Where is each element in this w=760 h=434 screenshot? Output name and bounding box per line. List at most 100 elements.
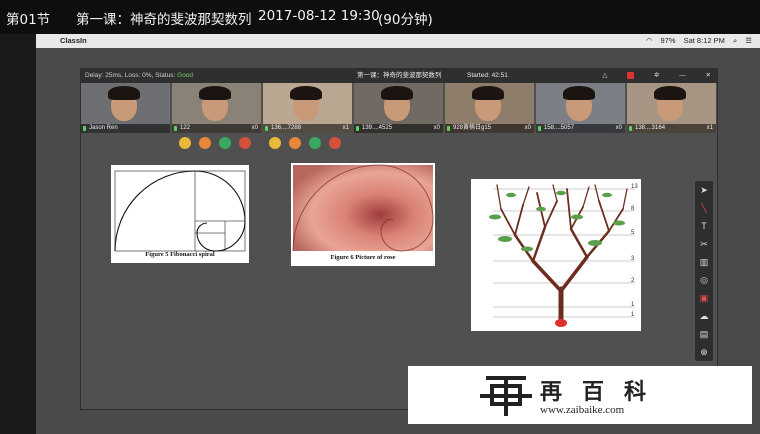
reward-award-icon[interactable] (199, 137, 211, 149)
stage-award-icon[interactable] (329, 137, 341, 149)
search-icon[interactable]: ⌕ (733, 36, 737, 45)
praise-award-icon[interactable] (309, 137, 321, 149)
participant-hair (654, 86, 686, 100)
lesson-datetime: 2017-08-12 19:30 (258, 8, 380, 24)
tree-branches (496, 184, 628, 326)
network-status-value: Good (177, 72, 194, 79)
mic-icon (538, 126, 541, 131)
section-number: 第01节 (6, 12, 51, 28)
rose-caption: Figure 6 Picture of rose (330, 254, 396, 261)
bell-icon[interactable]: △ (602, 69, 607, 83)
mic-icon (174, 126, 177, 131)
video-tile-teacher[interactable]: Jason Ren (81, 83, 170, 133)
leaf (521, 246, 533, 252)
classroom-titlebar: Delay: 25ms, Loss: 0%, Status: Good 第一课：… (81, 69, 717, 83)
pen-icon[interactable]: ╲ (695, 201, 713, 215)
fibonacci-spiral-figure (114, 170, 246, 252)
participant-name: 122 (180, 125, 191, 131)
leaf (536, 206, 546, 212)
video-tile-label: 139....4525 x0 (354, 124, 443, 133)
trophy-score: x0 (433, 125, 440, 131)
classin-window: Delay: 25ms, Loss: 0%, Status: Good 第一课：… (80, 68, 718, 410)
pointer-icon[interactable]: ➤ (695, 183, 713, 197)
video-tile-student[interactable]: 122 x0 (172, 83, 261, 133)
app-menu-name[interactable]: ClassIn (60, 34, 87, 48)
video-tile-label: 122 x0 (172, 124, 261, 133)
participant-name: 158....5057 (544, 125, 575, 131)
mic-icon (447, 126, 450, 131)
leaf (602, 192, 612, 198)
minimize-button[interactable]: — (679, 69, 686, 83)
window-controls: △ ✲ — ✕ (584, 69, 711, 83)
video-tile-student[interactable]: 158....5057 x0 (536, 83, 625, 133)
record-icon[interactable] (627, 69, 635, 83)
cloud-icon[interactable]: ☁ (695, 309, 713, 323)
video-strip: Jason Ren 122 x0 136....7288 x1 139....452… (81, 83, 717, 133)
close-button[interactable]: ✕ (706, 69, 711, 83)
branching-tree-figure: 13 8 5 3 2 1 1 (489, 184, 638, 327)
participant-hair (290, 86, 322, 100)
participant-name: Jason Ren (89, 125, 118, 131)
trophy-score: x0 (251, 125, 258, 131)
star-award-icon[interactable] (179, 137, 191, 149)
praise-award-icon[interactable] (219, 137, 231, 149)
menubar-tray: ◠ 97% Sat 8:12 PM ⌕ ☰ (640, 34, 752, 48)
trophy-score: x1 (342, 125, 349, 131)
leaf (588, 240, 602, 246)
video-tile-student[interactable]: 138....3164 x1 (627, 83, 716, 133)
leaf (506, 192, 516, 198)
watermark-banner: 再百科 www.zaibaike.com (408, 366, 752, 424)
classroom-title: 第一课：神奇的斐波那契数列 (357, 72, 442, 79)
reward-award-icon[interactable] (289, 137, 301, 149)
fibonacci-tree-card[interactable]: 13 8 5 3 2 1 1 (471, 179, 641, 331)
whiteboard-toolbar: ➤ ╲ T ✂ ▥ ◎ ▣ ☁ ▤ ⊗ (695, 181, 713, 361)
battery-level[interactable]: 97% (660, 36, 675, 45)
watermark-url: www.zaibaike.com (540, 404, 625, 416)
mac-menubar: ClassIn ◠ 97% Sat 8:12 PM ⌕ ☰ (36, 34, 760, 48)
star-award-icon[interactable] (269, 137, 281, 149)
trophy-score: x0 (524, 125, 531, 131)
participant-hair (472, 86, 504, 100)
mic-icon (629, 126, 632, 131)
settings-icon[interactable]: ✲ (654, 69, 659, 83)
video-tile-student[interactable]: 136....7288 x1 (263, 83, 352, 133)
exit-icon[interactable]: ⊗ (695, 345, 713, 359)
rose-photo (292, 164, 434, 252)
lesson-info-bar: 第01节 第一课：神奇的斐波那契数列 2017-08-12 19:30 (90分… (0, 0, 760, 34)
mic-icon (83, 126, 86, 131)
video-tile-student[interactable]: 928黄楠日g15 x0 (445, 83, 534, 133)
menubar-clock[interactable]: Sat 8:12 PM (684, 36, 725, 45)
video-tile-label: 928黄楠日g15 x0 (445, 124, 534, 133)
leaf (498, 236, 512, 242)
rose-picture-card[interactable]: Figure 6 Picture of rose (291, 163, 435, 266)
participant-hair (563, 86, 595, 100)
video-tile-label: Jason Ren (81, 124, 170, 133)
toolbox-icon[interactable]: ▣ (695, 291, 713, 305)
leaf (556, 190, 566, 196)
eraser-icon[interactable]: ◎ (695, 273, 713, 287)
participant-name: 139....4525 (362, 125, 393, 131)
menu-list-icon[interactable]: ☰ (745, 36, 752, 45)
level-numbers: 13 8 5 3 2 1 1 (631, 184, 638, 318)
text-icon[interactable]: T (695, 219, 713, 233)
scissors-icon[interactable]: ✂ (695, 237, 713, 251)
fibonacci-spiral-card[interactable]: Figure 5 Fibonacci spiral (111, 165, 249, 263)
spiral-caption: Figure 5 Fibonacci spiral (145, 251, 215, 258)
participant-name: 138....3164 (635, 125, 666, 131)
participant-hair (199, 86, 231, 100)
spiral-outer-frame (114, 170, 246, 252)
wifi-icon[interactable]: ◠ (646, 36, 653, 45)
video-tile-label: 136....7288 x1 (263, 124, 352, 133)
trash-icon[interactable]: ▥ (695, 255, 713, 269)
tree-root-marker (555, 319, 567, 327)
video-tile-student[interactable]: 139....4525 x0 (354, 83, 443, 133)
watermark-brand: 再百科 (540, 379, 667, 405)
briefcase-icon[interactable]: ▤ (695, 327, 713, 341)
leaf (489, 214, 501, 220)
leaf (571, 214, 583, 220)
stage-award-icon[interactable] (239, 137, 251, 149)
participant-hair (108, 86, 140, 100)
level-lines (493, 188, 635, 318)
logo-glyph (480, 376, 532, 416)
video-tile-label: 138....3164 x1 (627, 124, 716, 133)
